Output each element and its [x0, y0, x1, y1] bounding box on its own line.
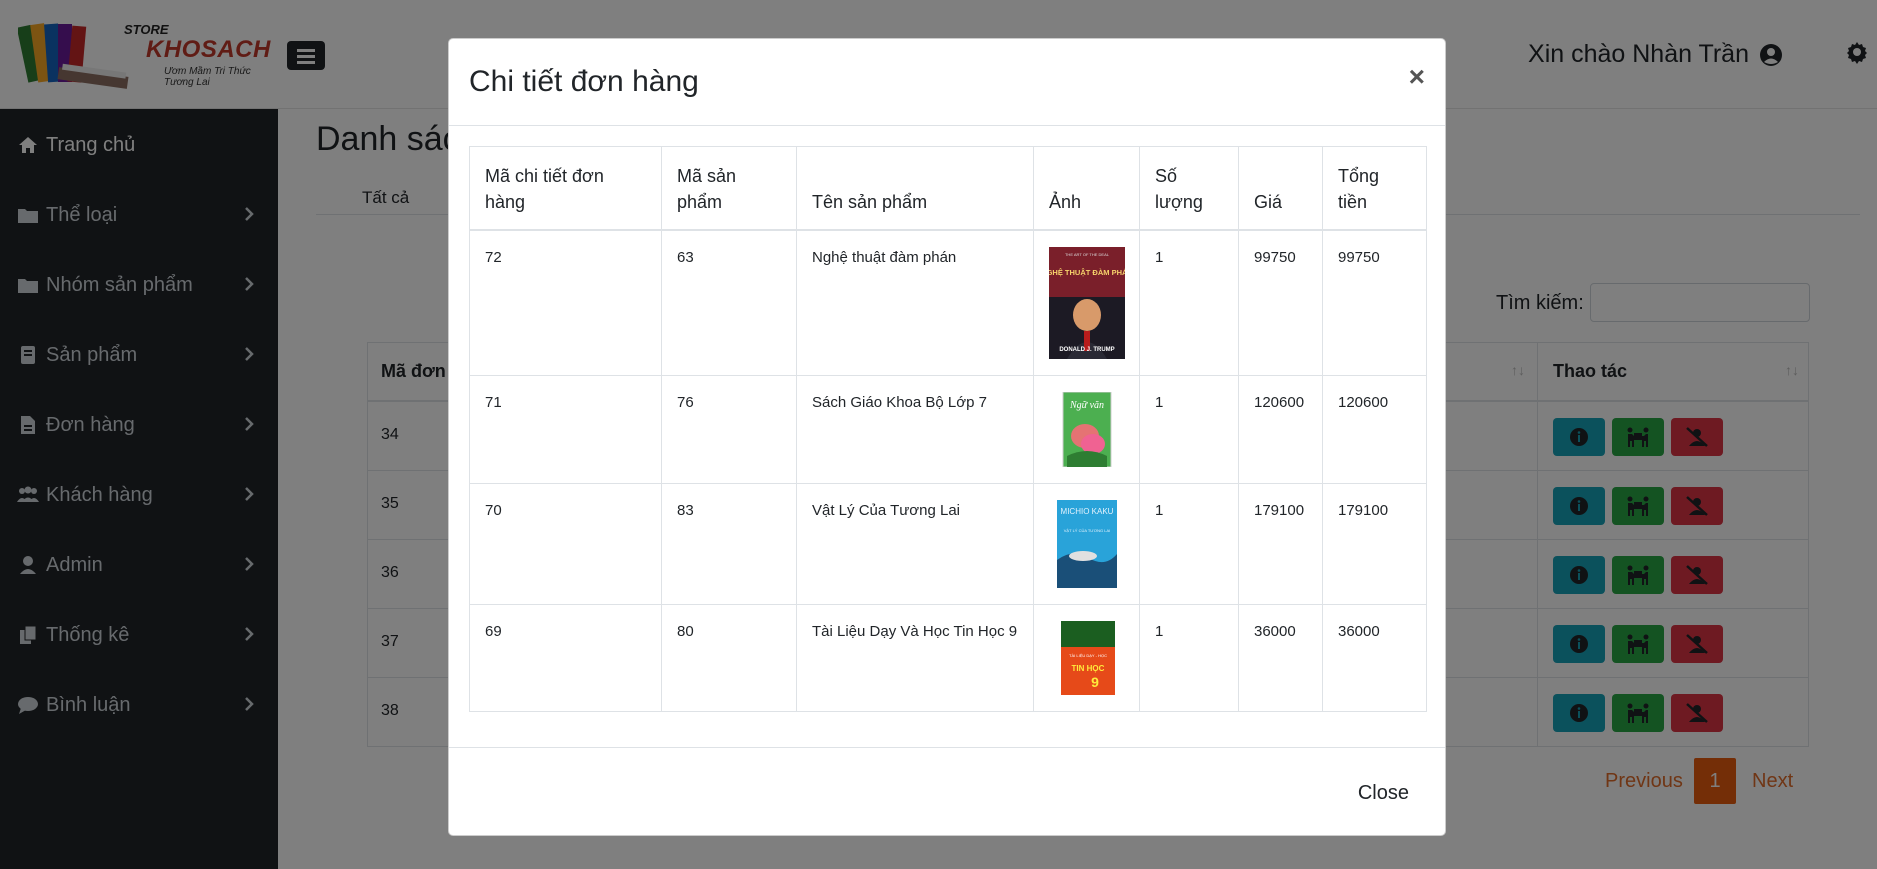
image-cell: TÀI LIỆU DẠY - HỌC TIN HỌC 9 [1033, 604, 1140, 712]
total-cell: 99750 [1322, 229, 1427, 376]
col-product-name: Tên sản phẩm [796, 146, 1034, 231]
book-cover-physics-of-future: MICHIO KAKU VẬT LÝ CỦA TƯƠNG LAI [1057, 500, 1117, 588]
cover-top-text: THE ART OF THE DEAL [1065, 252, 1110, 257]
book-cover-ngu-van-7: Ngữ văn [1062, 392, 1112, 467]
order-detail-table: Mã chi tiết đơn hàng Mã sản phẩm Tên sản… [469, 146, 1427, 712]
product-name-cell: Sách Giáo Khoa Bộ Lớp 7 [796, 375, 1034, 484]
image-cell: THE ART OF THE DEAL NGHỆ THUẬT ĐÀM PHÁN … [1033, 229, 1140, 376]
detail-id-cell: 70 [469, 483, 662, 605]
price-cell: 120600 [1238, 375, 1323, 484]
price-cell: 36000 [1238, 604, 1323, 712]
quantity-cell: 1 [1139, 483, 1239, 605]
quantity-cell: 1 [1139, 229, 1239, 376]
product-id-cell: 76 [661, 375, 797, 484]
close-icon[interactable]: × [1409, 61, 1425, 93]
modal-footer: Close [449, 747, 1445, 835]
col-image: Ảnh [1033, 146, 1140, 231]
modal-title: Chi tiết đơn hàng [469, 65, 699, 98]
detail-id-cell: 72 [469, 229, 662, 376]
product-name-cell: Tài Liệu Dạy Và Học Tin Học 9 [796, 604, 1034, 712]
col-price: Giá [1238, 146, 1323, 231]
image-cell: Ngữ văn [1033, 375, 1140, 484]
detail-id-cell: 71 [469, 375, 662, 484]
col-total: Tổng tiền [1322, 146, 1427, 231]
product-id-cell: 80 [661, 604, 797, 712]
cover-author: MICHIO KAKU [1061, 507, 1114, 516]
modal-header: Chi tiết đơn hàng × [449, 39, 1445, 126]
cover-title: TIN HỌC [1072, 664, 1105, 673]
product-name-cell: Vật Lý Của Tương Lai [796, 483, 1034, 605]
book-cover-art-of-the-deal: THE ART OF THE DEAL NGHỆ THUẬT ĐÀM PHÁN … [1049, 247, 1125, 359]
table-row: 70 83 Vật Lý Của Tương Lai MICHIO KAKU V… [469, 483, 1427, 605]
order-detail-modal: Chi tiết đơn hàng × Mã chi tiết đơn hàng… [448, 38, 1446, 836]
cover-title: NGHỆ THUẬT ĐÀM PHÁN [1049, 268, 1125, 277]
table-row: 72 63 Nghệ thuật đàm phán THE ART OF THE… [469, 229, 1427, 376]
price-cell: 179100 [1238, 483, 1323, 605]
table-row: 71 76 Sách Giáo Khoa Bộ Lớp 7 Ngữ văn 1 … [469, 375, 1427, 484]
product-id-cell: 63 [661, 229, 797, 376]
cover-top-text: TÀI LIỆU DẠY - HỌC [1069, 653, 1107, 658]
total-cell: 120600 [1322, 375, 1427, 484]
quantity-cell: 1 [1139, 375, 1239, 484]
image-cell: MICHIO KAKU VẬT LÝ CỦA TƯƠNG LAI [1033, 483, 1140, 605]
cover-author: DONALD J. TRUMP [1059, 347, 1114, 353]
cover-grade: 9 [1091, 674, 1099, 690]
total-cell: 179100 [1322, 483, 1427, 605]
product-id-cell: 83 [661, 483, 797, 605]
col-quantity: Số lượng [1139, 146, 1239, 231]
table-row: 69 80 Tài Liệu Dạy Và Học Tin Học 9 TÀI … [469, 604, 1427, 712]
book-cover-tin-hoc-9: TÀI LIỆU DẠY - HỌC TIN HỌC 9 [1061, 621, 1115, 695]
col-product-id: Mã sản phẩm [661, 146, 797, 231]
table-header-row: Mã chi tiết đơn hàng Mã sản phẩm Tên sản… [469, 146, 1427, 231]
close-button[interactable]: Close [1358, 782, 1409, 805]
total-cell: 36000 [1322, 604, 1427, 712]
product-name-cell: Nghệ thuật đàm phán [796, 229, 1034, 376]
detail-id-cell: 69 [469, 604, 662, 712]
price-cell: 99750 [1238, 229, 1323, 376]
cover-title: Ngữ văn [1069, 400, 1104, 411]
quantity-cell: 1 [1139, 604, 1239, 712]
col-detail-id: Mã chi tiết đơn hàng [469, 146, 662, 231]
cover-title: VẬT LÝ CỦA TƯƠNG LAI [1064, 528, 1111, 533]
